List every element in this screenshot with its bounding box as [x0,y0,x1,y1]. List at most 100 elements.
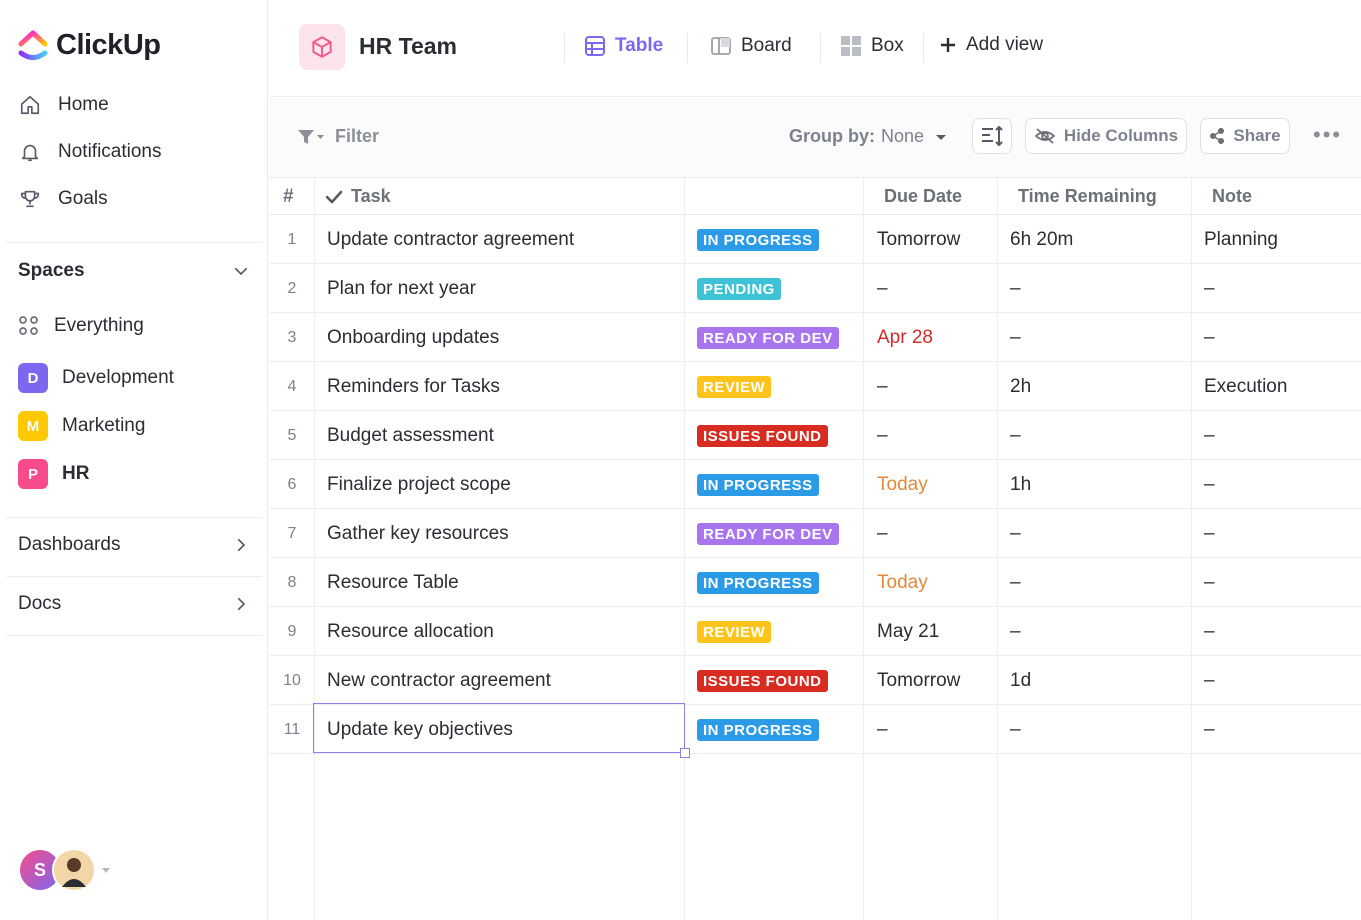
group-by-value: None [881,126,925,146]
status-cell[interactable]: IN PROGRESS [697,460,819,509]
app-logo[interactable]: ClickUp [18,28,161,62]
task-name-cell[interactable]: Onboarding updates [327,313,499,362]
due-date-cell[interactable]: May 21 [877,607,939,656]
time-remaining-cell[interactable]: – [1010,313,1021,362]
task-name-cell[interactable]: Resource Table [327,558,459,607]
table-row[interactable]: 6 Finalize project scope IN PROGRESS Today 1… [269,460,1361,509]
sidebar-item-hr[interactable]: P HR [18,459,89,489]
sidebar-item-development[interactable]: D Development [18,363,174,393]
time-remaining-cell[interactable]: – [1010,705,1021,754]
note-cell[interactable]: – [1204,607,1215,656]
sidebar-item-everything[interactable]: Everything [18,315,144,337]
status-cell[interactable]: ISSUES FOUND [697,656,828,705]
table-row[interactable]: 1 Update contractor agreement IN PROGRESS T… [269,215,1361,264]
column-header-num[interactable]: # [283,186,294,208]
due-date-cell[interactable]: Apr 28 [877,313,933,362]
due-date-cell[interactable]: – [877,705,888,754]
status-cell[interactable]: IN PROGRESS [697,215,819,264]
dashboards-header[interactable]: Dashboards [18,534,250,556]
group-by-label: Group by: [789,126,875,146]
table-row[interactable]: 8 Resource Table IN PROGRESS Today – – [269,558,1361,607]
add-view-label: Add view [966,34,1044,55]
note-cell[interactable]: – [1204,558,1215,607]
board-icon [711,37,731,55]
time-remaining-cell[interactable]: 6h 20m [1010,215,1073,264]
time-remaining-cell[interactable]: 2h [1010,362,1031,411]
sidebar-item-marketing[interactable]: M Marketing [18,411,145,441]
status-cell[interactable]: REVIEW [697,362,772,411]
column-header-task[interactable]: Task [325,186,391,207]
due-date-cell[interactable]: Today [877,558,928,607]
table-row[interactable]: 9 Resource allocation REVIEW May 21 – – [269,607,1361,656]
status-cell[interactable]: READY FOR DEV [697,509,839,558]
note-cell[interactable]: – [1204,411,1215,460]
docs-header[interactable]: Docs [18,593,250,615]
tab-table[interactable]: Table [584,35,663,57]
time-remaining-cell[interactable]: – [1010,607,1021,656]
column-header-note[interactable]: Note [1212,186,1252,207]
due-date-cell[interactable]: Tomorrow [877,656,960,705]
note-cell[interactable]: – [1204,460,1215,509]
more-options-icon[interactable]: ••• [1313,122,1342,148]
status-cell[interactable]: IN PROGRESS [697,558,819,607]
task-name-cell[interactable]: Budget assessment [327,411,494,460]
due-date-cell[interactable]: – [877,264,888,313]
time-remaining-cell[interactable]: – [1010,509,1021,558]
task-name-cell[interactable]: Gather key resources [327,509,509,558]
time-remaining-cell[interactable]: – [1010,411,1021,460]
group-by-dropdown[interactable]: Group by: None [789,126,948,147]
column-header-due-date[interactable]: Due Date [884,186,962,207]
docs-label: Docs [18,593,62,614]
table-row[interactable]: 2 Plan for next year PENDING – – – [269,264,1361,313]
nav-home[interactable]: Home [18,93,109,117]
note-cell[interactable]: – [1204,264,1215,313]
nav-goals[interactable]: Goals [18,187,108,211]
due-date-cell[interactable]: Tomorrow [877,215,960,264]
table-row[interactable]: 7 Gather key resources READY FOR DEV – – – [269,509,1361,558]
tab-board[interactable]: Board [710,35,792,57]
status-cell[interactable]: REVIEW [697,607,772,656]
task-name-cell[interactable]: Plan for next year [327,264,476,313]
note-cell[interactable]: Execution [1204,362,1287,411]
note-cell[interactable]: – [1204,705,1215,754]
row-number: 7 [287,524,297,542]
time-remaining-cell[interactable]: – [1010,558,1021,607]
status-cell[interactable]: PENDING [697,264,781,313]
tab-box[interactable]: Box [840,35,904,57]
add-view-button[interactable]: Add view [939,34,1043,56]
due-date-cell[interactable]: – [877,509,888,558]
spaces-header[interactable]: Spaces [18,260,250,282]
fill-handle[interactable] [680,748,690,758]
table-row[interactable]: 10 New contractor agreement ISSUES FOUND To… [269,656,1361,705]
share-icon [1210,128,1225,144]
note-cell[interactable]: – [1204,313,1215,362]
user-menu[interactable]: S [18,848,112,892]
share-button[interactable]: Share [1200,118,1290,154]
task-name-cell[interactable]: New contractor agreement [327,656,551,705]
table-row[interactable]: 3 Onboarding updates READY FOR DEV Apr 28 – – [269,313,1361,362]
due-date-cell[interactable]: – [877,411,888,460]
status-cell[interactable]: IN PROGRESS [697,705,819,754]
note-cell[interactable]: – [1204,656,1215,705]
table-row[interactable]: 4 Reminders for Tasks REVIEW – 2h Execution [269,362,1361,411]
due-date-cell[interactable]: Today [877,460,928,509]
hide-columns-button[interactable]: Hide Columns [1025,118,1187,154]
nav-notifications[interactable]: Notifications [18,140,162,164]
column-header-time-remaining[interactable]: Time Remaining [1018,186,1157,207]
table-row[interactable]: 5 Budget assessment ISSUES FOUND – – – [269,411,1361,460]
sort-button[interactable] [972,118,1012,154]
tab-label: Table [615,35,664,56]
task-name-cell[interactable]: Reminders for Tasks [327,362,500,411]
task-name-cell[interactable]: Resource allocation [327,607,494,656]
task-name-cell[interactable]: Update contractor agreement [327,215,574,264]
time-remaining-cell[interactable]: 1h [1010,460,1031,509]
note-cell[interactable]: – [1204,509,1215,558]
status-cell[interactable]: READY FOR DEV [697,313,839,362]
filter-button[interactable]: Filter [297,126,379,147]
task-name-cell[interactable]: Finalize project scope [327,460,511,509]
status-cell[interactable]: ISSUES FOUND [697,411,828,460]
note-cell[interactable]: Planning [1204,215,1278,264]
due-date-cell[interactable]: – [877,362,888,411]
time-remaining-cell[interactable]: – [1010,264,1021,313]
time-remaining-cell[interactable]: 1d [1010,656,1031,705]
